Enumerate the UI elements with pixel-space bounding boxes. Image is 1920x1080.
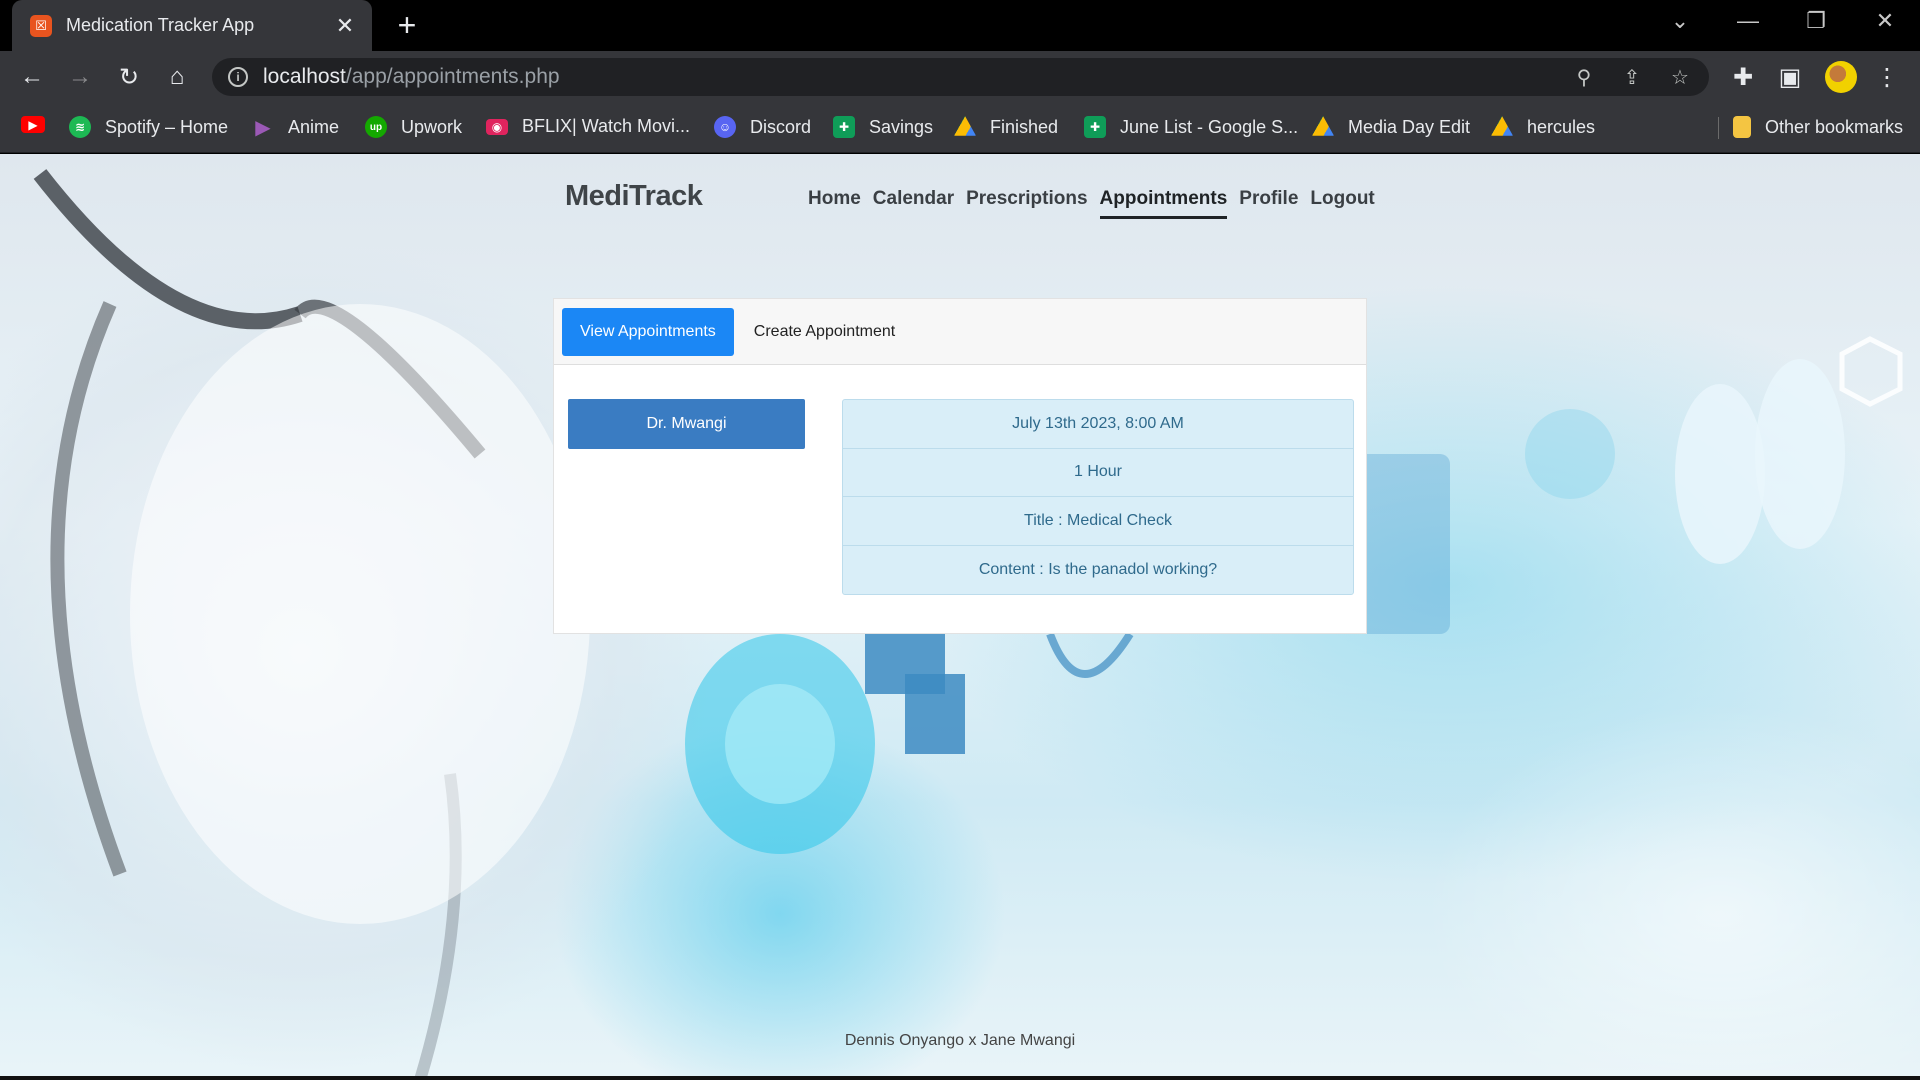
appointment-details: July 13th 2023, 8:00 AM 1 Hour Title : M… bbox=[842, 399, 1354, 595]
bookmark-finished[interactable]: Finished bbox=[954, 116, 1058, 138]
doctor-button[interactable]: Dr. Mwangi bbox=[568, 399, 805, 449]
bookmark-other[interactable]: Other bookmarks bbox=[1733, 116, 1903, 138]
drive-icon bbox=[1312, 116, 1334, 136]
bflix-icon: ◉ bbox=[486, 118, 508, 135]
bookmark-anime[interactable]: ▶ Anime bbox=[252, 116, 339, 139]
tab-close-icon[interactable]: ✕ bbox=[332, 13, 358, 39]
drive-icon bbox=[954, 116, 976, 136]
bookmark-savings[interactable]: ✚ Savings bbox=[833, 116, 933, 138]
url-text[interactable]: localhost/app/appointments.php bbox=[263, 65, 560, 89]
new-tab-icon[interactable]: + bbox=[390, 8, 424, 42]
youtube-icon: ▶ bbox=[21, 116, 45, 133]
nav-appointments[interactable]: Appointments bbox=[1099, 188, 1228, 219]
browser-toolbar: ← → ↻ ⌂ i localhost/app/appointments.php… bbox=[0, 51, 1920, 103]
bookmark-youtube[interactable]: ▶ bbox=[21, 116, 59, 133]
nav-logout[interactable]: Logout bbox=[1310, 188, 1374, 219]
site-info-icon[interactable]: i bbox=[228, 67, 248, 87]
spotify-icon: ≋ bbox=[69, 116, 91, 138]
nav-prescriptions[interactable]: Prescriptions bbox=[966, 188, 1087, 219]
page-viewport: MediTrack Home Calendar Prescriptions Ap… bbox=[0, 154, 1920, 1080]
bookmark-hercules[interactable]: hercules bbox=[1491, 116, 1595, 138]
tab-title: Medication Tracker App bbox=[66, 15, 255, 35]
footer-credits: Dennis Onyango x Jane Mwangi bbox=[844, 1032, 1076, 1049]
sheets-icon: ✚ bbox=[1084, 116, 1106, 138]
appointment-content: Content : Is the panadol working? bbox=[978, 560, 1218, 578]
zoom-icon[interactable]: ⚲ bbox=[1570, 63, 1598, 91]
nav-home[interactable]: Home bbox=[808, 188, 861, 219]
bookmark-star-icon[interactable]: ☆ bbox=[1666, 63, 1694, 91]
bookmark-discord[interactable]: ☺ Discord bbox=[714, 116, 811, 138]
bookmarks-divider bbox=[1718, 117, 1719, 139]
play-icon: ▶ bbox=[255, 116, 271, 139]
profile-avatar[interactable] bbox=[1825, 61, 1857, 93]
sheets-icon: ✚ bbox=[833, 116, 855, 138]
browser-tab[interactable]: ☒ Medication Tracker App ✕ bbox=[12, 0, 372, 51]
appointment-title: Title : Medical Check bbox=[843, 497, 1353, 546]
appointments-card: View Appointments Create Appointment Dr.… bbox=[553, 298, 1367, 634]
drive-icon bbox=[1491, 116, 1513, 136]
bookmark-upwork[interactable]: up Upwork bbox=[365, 116, 462, 138]
home-icon[interactable]: ⌂ bbox=[162, 62, 192, 92]
tab-view-appointments[interactable]: View Appointments bbox=[562, 307, 734, 356]
tab-create-appointment[interactable]: Create Appointment bbox=[736, 308, 913, 356]
tab-search-icon[interactable]: ⌄ bbox=[1660, 8, 1700, 34]
side-panel-icon[interactable]: ▣ bbox=[1775, 62, 1805, 92]
forward-icon[interactable]: → bbox=[65, 62, 95, 92]
restore-icon[interactable]: ❐ bbox=[1796, 8, 1836, 34]
bookmark-june-list[interactable]: ✚ June List - Google S... bbox=[1084, 116, 1298, 138]
close-window-icon[interactable]: ✕ bbox=[1865, 8, 1905, 34]
browser-tabstrip: ☒ Medication Tracker App ✕ + ⌄ — ❐ ✕ bbox=[0, 0, 1920, 51]
window-bottom-edge bbox=[0, 1076, 1920, 1080]
discord-icon: ☺ bbox=[714, 116, 736, 138]
main-nav: Home Calendar Prescriptions Appointments… bbox=[808, 188, 1375, 219]
menu-icon[interactable]: ⋮ bbox=[1872, 62, 1902, 92]
bookmark-media-day-edit[interactable]: Media Day Edit bbox=[1312, 116, 1470, 138]
bookmark-bflix[interactable]: ◉ BFLIX| Watch Movi... bbox=[486, 116, 690, 137]
back-icon[interactable]: ← bbox=[17, 62, 47, 92]
share-icon[interactable]: ⇪ bbox=[1618, 63, 1646, 91]
xampp-favicon-icon: ☒ bbox=[30, 14, 52, 37]
nav-profile[interactable]: Profile bbox=[1239, 188, 1298, 219]
address-bar[interactable]: i localhost/app/appointments.php ⚲ ⇪ ☆ bbox=[212, 58, 1709, 96]
brand-logo[interactable]: MediTrack bbox=[565, 180, 703, 213]
reload-icon[interactable]: ↻ bbox=[114, 62, 144, 92]
folder-icon bbox=[1733, 116, 1751, 138]
upwork-icon: up bbox=[365, 116, 387, 138]
appointment-duration: 1 Hour bbox=[843, 449, 1353, 497]
bookmark-spotify[interactable]: ≋ Spotify – Home bbox=[69, 116, 228, 138]
appointments-tabs: View Appointments Create Appointment bbox=[554, 299, 1366, 365]
appointment-datetime: July 13th 2023, 8:00 AM bbox=[843, 400, 1353, 449]
minimize-icon[interactable]: — bbox=[1728, 8, 1768, 34]
bookmarks-bar: ▶ ≋ Spotify – Home ▶ Anime up Upwork ◉ B… bbox=[0, 103, 1920, 153]
nav-calendar[interactable]: Calendar bbox=[873, 188, 954, 219]
extensions-icon[interactable]: ✚ bbox=[1728, 62, 1758, 92]
